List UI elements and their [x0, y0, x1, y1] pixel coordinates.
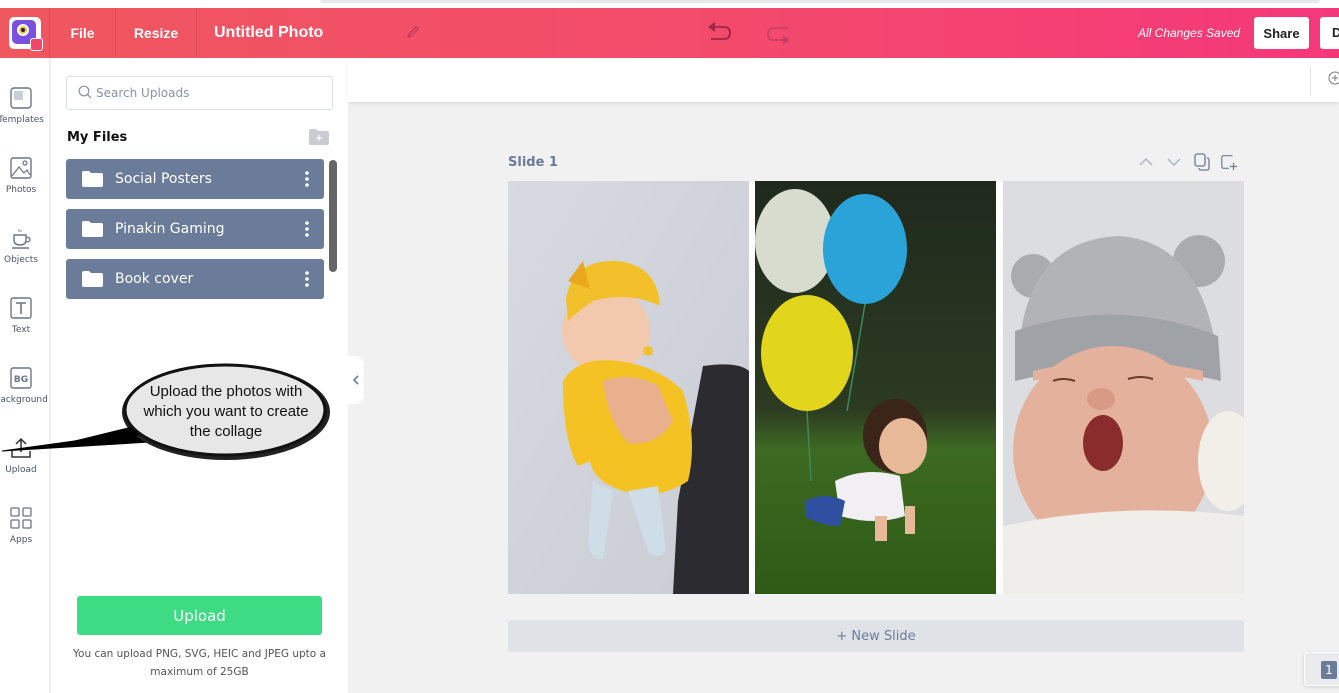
move-slide-up-icon[interactable] [1137, 153, 1155, 171]
slide-label: Slide 1 [508, 155, 558, 170]
chevron-left-icon [352, 375, 359, 385]
upload-icon [11, 437, 31, 458]
nav-label: Background [0, 395, 48, 405]
app-header: File Resize Untitled Photo All Changes S… [0, 8, 1339, 58]
more-options-icon[interactable] [304, 170, 310, 188]
document-title[interactable]: Untitled Photo [214, 8, 323, 58]
annotation-callout-text: Upload the photos with which you want to… [143, 383, 309, 440]
folder-item[interactable]: Pinakin Gaming [66, 209, 324, 249]
page-indicator[interactable]: 1 [1304, 652, 1339, 686]
objects-icon [12, 229, 31, 249]
more-options-icon[interactable] [304, 220, 310, 238]
browser-top-strip [0, 0, 1339, 8]
folder-icon [82, 271, 103, 287]
nav-label: Upload [5, 465, 37, 475]
folder-name: Pinakin Gaming [115, 221, 225, 237]
nav-background[interactable]: BG Background [0, 367, 50, 429]
nav-label: Objects [3, 255, 38, 265]
folder-icon [82, 221, 103, 237]
nav-photos[interactable]: Photos [0, 157, 50, 219]
folder-name: Social Posters [115, 171, 212, 187]
folder-item[interactable]: Book cover [66, 259, 324, 299]
text-icon [10, 297, 32, 319]
new-folder-icon[interactable] [309, 129, 329, 145]
slide-canvas[interactable] [508, 181, 1244, 594]
folder-item[interactable]: Social Posters [66, 159, 324, 199]
left-nav: Templates Photos Objects Text BG Backgro… [0, 58, 50, 693]
collage-photo-baby-yellow[interactable] [508, 181, 749, 594]
share-button[interactable]: Share [1254, 17, 1309, 49]
photos-icon [10, 157, 32, 179]
apps-icon [10, 507, 32, 529]
search-icon [78, 85, 92, 99]
upload-hint-text: You can upload PNG, SVG, HEIC and JPEG u… [73, 648, 326, 678]
my-files-heading: My Files [67, 130, 128, 145]
download-button[interactable]: D [1320, 17, 1339, 49]
undo-icon [708, 22, 731, 40]
nav-label: Photos [5, 185, 37, 195]
svg-text:BG: BG [14, 375, 28, 385]
upload-button[interactable]: Upload [77, 596, 322, 635]
nav-label: Templates [0, 115, 44, 125]
save-status: All Changes Saved [1138, 26, 1241, 40]
collage-photo-toddler-balloons[interactable] [755, 181, 996, 594]
toolbar-divider [1310, 66, 1311, 96]
editor-toolbar [348, 58, 1339, 102]
app-logo-icon [8, 17, 43, 51]
nav-upload[interactable]: Upload [0, 437, 50, 499]
more-options-icon[interactable] [304, 270, 310, 288]
nav-label: Apps [9, 535, 33, 545]
nav-objects[interactable]: Objects [0, 227, 50, 289]
search-box [66, 76, 333, 110]
collage-photo-yawning-newborn[interactable] [1003, 181, 1244, 594]
duplicate-slide-icon[interactable] [1193, 153, 1211, 171]
collapse-panel-button[interactable] [348, 356, 364, 404]
move-slide-down-icon[interactable] [1165, 153, 1183, 171]
background-icon: BG [10, 367, 32, 389]
app-logo-button[interactable] [0, 8, 50, 58]
search-uploads-input[interactable] [96, 77, 326, 109]
templates-icon [10, 87, 32, 109]
resize-menu-button[interactable]: Resize [116, 8, 197, 58]
redo-button[interactable] [764, 20, 792, 46]
redo-icon [767, 27, 790, 45]
rename-pencil-icon[interactable] [406, 25, 422, 41]
address-bar-edge [320, 0, 1320, 3]
nav-label: Text [11, 325, 31, 335]
nav-apps[interactable]: Apps [0, 507, 50, 569]
new-slide-button[interactable]: + New Slide [508, 620, 1244, 652]
add-slide-icon[interactable] [1220, 153, 1238, 171]
folders-scrollbar[interactable] [329, 160, 337, 272]
file-menu-button[interactable]: File [50, 8, 116, 58]
nav-templates[interactable]: Templates [0, 87, 50, 149]
folder-icon [82, 171, 103, 187]
uploads-panel: My Files Social Posters Pinakin Gaming B… [51, 58, 348, 693]
folder-name: Book cover [115, 271, 194, 287]
nav-text[interactable]: Text [0, 297, 50, 359]
page-number: 1 [1321, 661, 1337, 679]
undo-button[interactable] [706, 20, 734, 46]
zoom-in-icon[interactable] [1328, 71, 1339, 85]
